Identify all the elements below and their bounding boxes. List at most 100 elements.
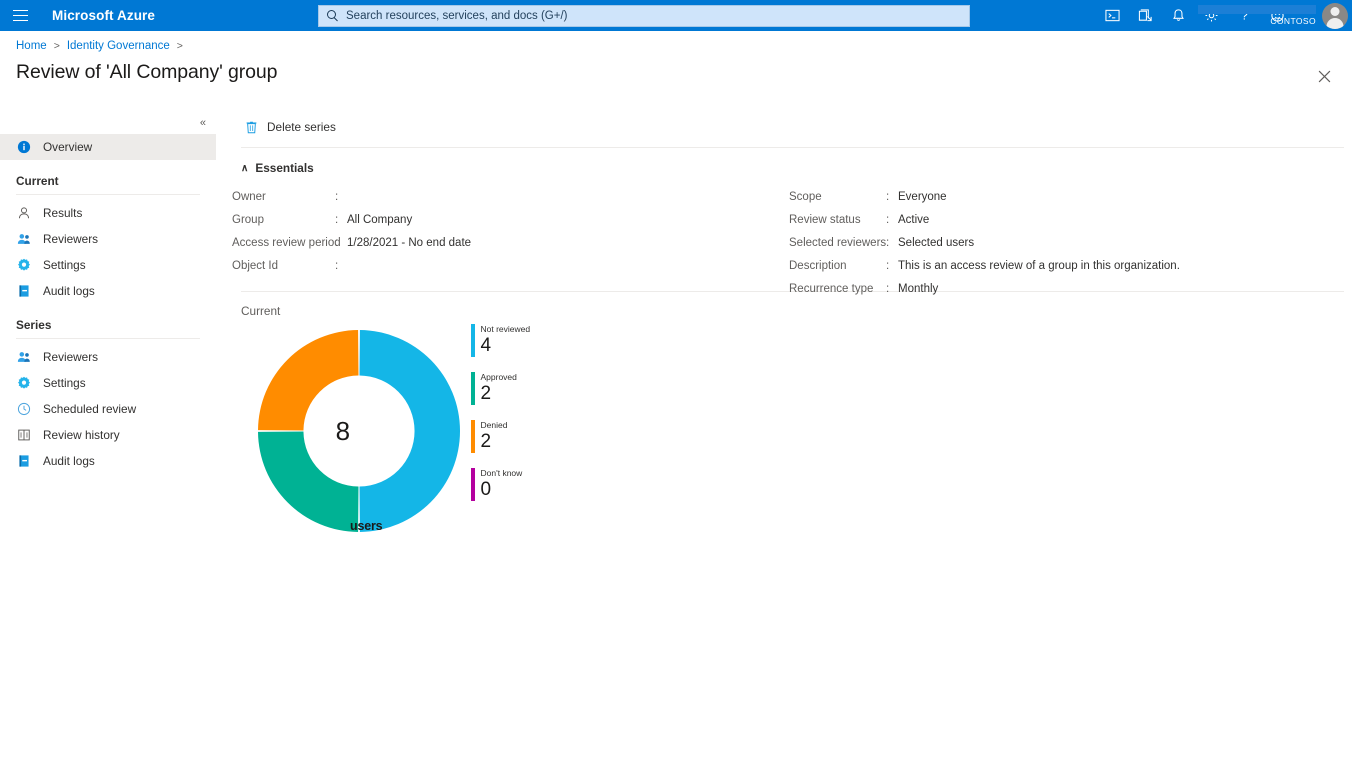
sidebar-item-series-settings[interactable]: Settings [0,370,216,396]
essentials-left-column: Owner : Group : All Company Access revie… [232,185,471,277]
nav-group-divider [16,194,200,195]
close-blade-button[interactable] [1308,61,1340,91]
detail-value: 1/28/2021 - No end date [347,237,471,249]
legend-swatch [471,372,475,405]
detail-row-review-status: Review status : Active [789,208,1180,231]
breadcrumb-item-home[interactable]: Home [16,40,47,52]
account-name-redacted [1198,5,1316,14]
sidebar-item-current-audit-logs[interactable]: Audit logs [0,278,216,304]
chart-legend: Not reviewed 4 Approved 2 Denied 2 [471,324,530,516]
legend-value: 4 [481,335,531,357]
azure-brand-title[interactable]: Microsoft Azure [52,8,155,23]
sidebar-item-overview[interactable]: Overview [0,134,216,160]
search-icon [327,10,339,22]
legend-value: 0 [481,479,523,501]
directories-subscriptions-icon[interactable] [1129,0,1162,31]
detail-row-access-review-period: Access review period : 1/28/2021 - No en… [232,231,471,254]
account-menu[interactable]: CONTOSO [1198,0,1352,31]
legend-item-approved[interactable]: Approved 2 [471,372,530,405]
legend-item-dont-know[interactable]: Don't know 0 [471,468,530,501]
legend-value: 2 [481,383,517,405]
gear-icon [16,375,32,391]
detail-label: Group [232,214,335,226]
info-circle-icon [16,139,32,155]
detail-row-selected-reviewers: Selected reviewers : Selected users [789,231,1180,254]
sidebar-item-label: Results [43,206,82,220]
sidebar-item-label: Audit logs [43,454,95,468]
command-bar: Delete series [216,112,1352,142]
legend-item-not-reviewed[interactable]: Not reviewed 4 [471,324,530,357]
detail-colon: : [886,260,898,272]
sidebar-item-series-audit-logs[interactable]: Audit logs [0,448,216,474]
detail-label: Owner [232,191,335,203]
nav-group-title-series: Series [0,304,216,335]
sidebar-item-label: Settings [43,376,86,390]
cloud-shell-icon[interactable] [1096,0,1129,31]
close-icon [1318,70,1331,83]
page-title: Review of 'All Company' group [16,61,277,84]
gear-icon [16,257,32,273]
sidebar-item-current-settings[interactable]: Settings [0,252,216,278]
detail-row-object-id: Object Id : [232,254,471,277]
detail-colon: : [886,283,898,295]
legend-label: Not reviewed [481,324,531,335]
detail-row-scope: Scope : Everyone [789,185,1180,208]
detail-label: Description [789,260,886,272]
detail-colon: : [886,191,898,203]
book-icon [16,453,32,469]
detail-value: Active [898,214,929,226]
sidebar-item-label: Scheduled review [43,402,136,416]
sidebar-item-series-reviewers[interactable]: Reviewers [0,344,216,370]
detail-row-recurrence-type: Recurrence type : Monthly [789,277,1180,300]
detail-value: Everyone [898,191,947,203]
essentials-toggle[interactable]: ∧ Essentials [241,161,314,175]
global-search-input[interactable]: Search resources, services, and docs (G+… [318,5,970,27]
donut-slice-denied[interactable] [258,330,358,430]
clock-icon [16,401,32,417]
sidebar-item-scheduled-review[interactable]: Scheduled review [0,396,216,422]
donut-svg [256,328,462,534]
essentials-right-column: Scope : Everyone Review status : Active … [789,185,1180,300]
legend-swatch [471,420,475,453]
detail-label: Scope [789,191,886,203]
sidebar-item-label: Settings [43,258,86,272]
donut-chart[interactable]: 8 users [256,328,462,534]
sidebar-item-label: Review history [43,428,120,442]
detail-colon: : [335,237,347,249]
breadcrumb-item-identity-governance[interactable]: Identity Governance [67,40,170,52]
nav-group-title-current: Current [0,160,216,191]
detail-row-description: Description : This is an access review o… [789,254,1180,277]
legend-item-denied[interactable]: Denied 2 [471,420,530,453]
sidebar-item-label: Audit logs [43,284,95,298]
history-book-icon [16,427,32,443]
detail-row-group: Group : All Company [232,208,471,231]
sidebar-item-review-history[interactable]: Review history [0,422,216,448]
collapse-chevrons-icon: « [200,117,206,129]
person-icon [16,205,32,221]
chevron-up-icon: ∧ [241,163,248,174]
sidebar-item-current-results[interactable]: Results [0,200,216,226]
legend-swatch [471,468,475,501]
detail-value: Selected users [898,237,974,249]
detail-label: Selected reviewers [789,237,886,249]
notifications-bell-icon[interactable] [1162,0,1195,31]
avatar[interactable] [1322,3,1348,29]
detail-colon: : [335,214,347,226]
sidebar-item-current-reviewers[interactable]: Reviewers [0,226,216,252]
delete-series-label: Delete series [267,120,336,134]
donut-slice-approved[interactable] [258,431,358,531]
global-nav-hamburger-icon[interactable] [0,0,40,31]
breadcrumb-separator: > [54,40,60,52]
delete-series-button[interactable]: Delete series [241,117,340,137]
current-section-title: Current [241,304,1352,318]
donut-slice-not-reviewed[interactable] [359,330,460,532]
detail-colon: : [335,191,347,203]
account-org-label: CONTOSO [1270,17,1316,26]
detail-colon: : [886,214,898,226]
sidebar-item-label: Reviewers [43,350,98,364]
left-nav-panel: « Overview Current Results Reviewers Set… [0,112,216,760]
legend-label: Denied [481,420,508,431]
people-icon [16,349,32,365]
collapse-nav-button[interactable]: « [0,112,216,134]
detail-colon: : [335,260,347,272]
